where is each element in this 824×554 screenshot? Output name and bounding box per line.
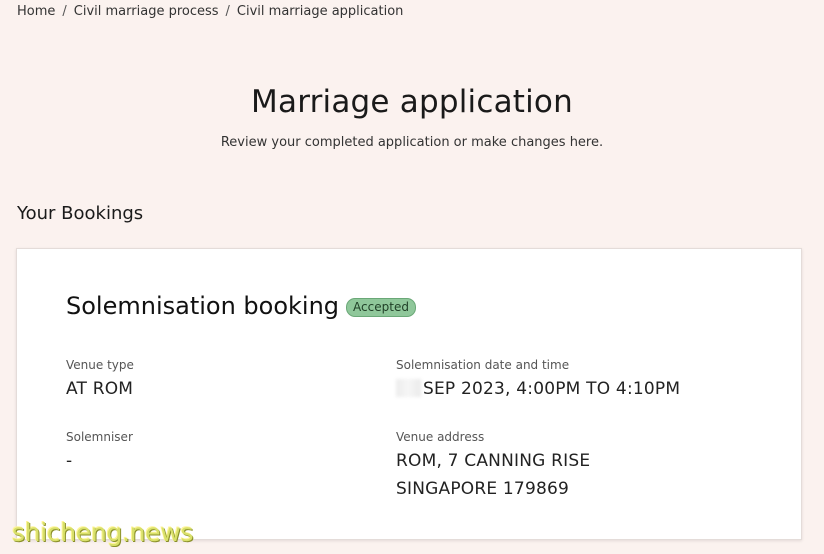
card-title: Solemnisation booking (66, 292, 340, 320)
status-badge: Accepted (346, 297, 416, 317)
watermark-text: shicheng.news (12, 518, 194, 547)
venue-type-value: AT ROM (66, 379, 134, 399)
venue-address-line1: ROM, 7 CANNING RISE (396, 451, 591, 471)
breadcrumb-separator: / (62, 4, 67, 19)
breadcrumb-civil-marriage-process-link[interactable]: Civil marriage process (74, 4, 219, 19)
breadcrumb: Home / Civil marriage process / Civil ma… (17, 4, 403, 19)
solemnisation-booking-card: Solemnisation booking Accepted Venue typ… (16, 248, 802, 540)
datetime-value-row: SEP 2023, 4:00PM TO 4:10PM (396, 379, 680, 399)
breadcrumb-home-link[interactable]: Home (17, 4, 55, 19)
venue-address-line2: SINGAPORE 179869 (396, 479, 570, 499)
breadcrumb-current-page: Civil marriage application (236, 4, 404, 19)
venue-address-label: Venue address (396, 430, 485, 444)
redacted-date (396, 379, 421, 397)
datetime-label: Solemnisation date and time (396, 358, 570, 372)
page-title: Marriage application (251, 84, 573, 120)
bookings-heading: Your Bookings (17, 203, 144, 224)
card-header: Solemnisation booking Accepted (66, 292, 416, 320)
datetime-value: SEP 2023, 4:00PM TO 4:10PM (423, 379, 681, 399)
solemniser-label: Solemniser (66, 430, 133, 444)
venue-type-label: Venue type (66, 358, 134, 372)
solemniser-value: - (66, 451, 73, 471)
page-subtitle: Review your completed application or mak… (220, 135, 604, 150)
breadcrumb-separator: / (225, 4, 230, 19)
